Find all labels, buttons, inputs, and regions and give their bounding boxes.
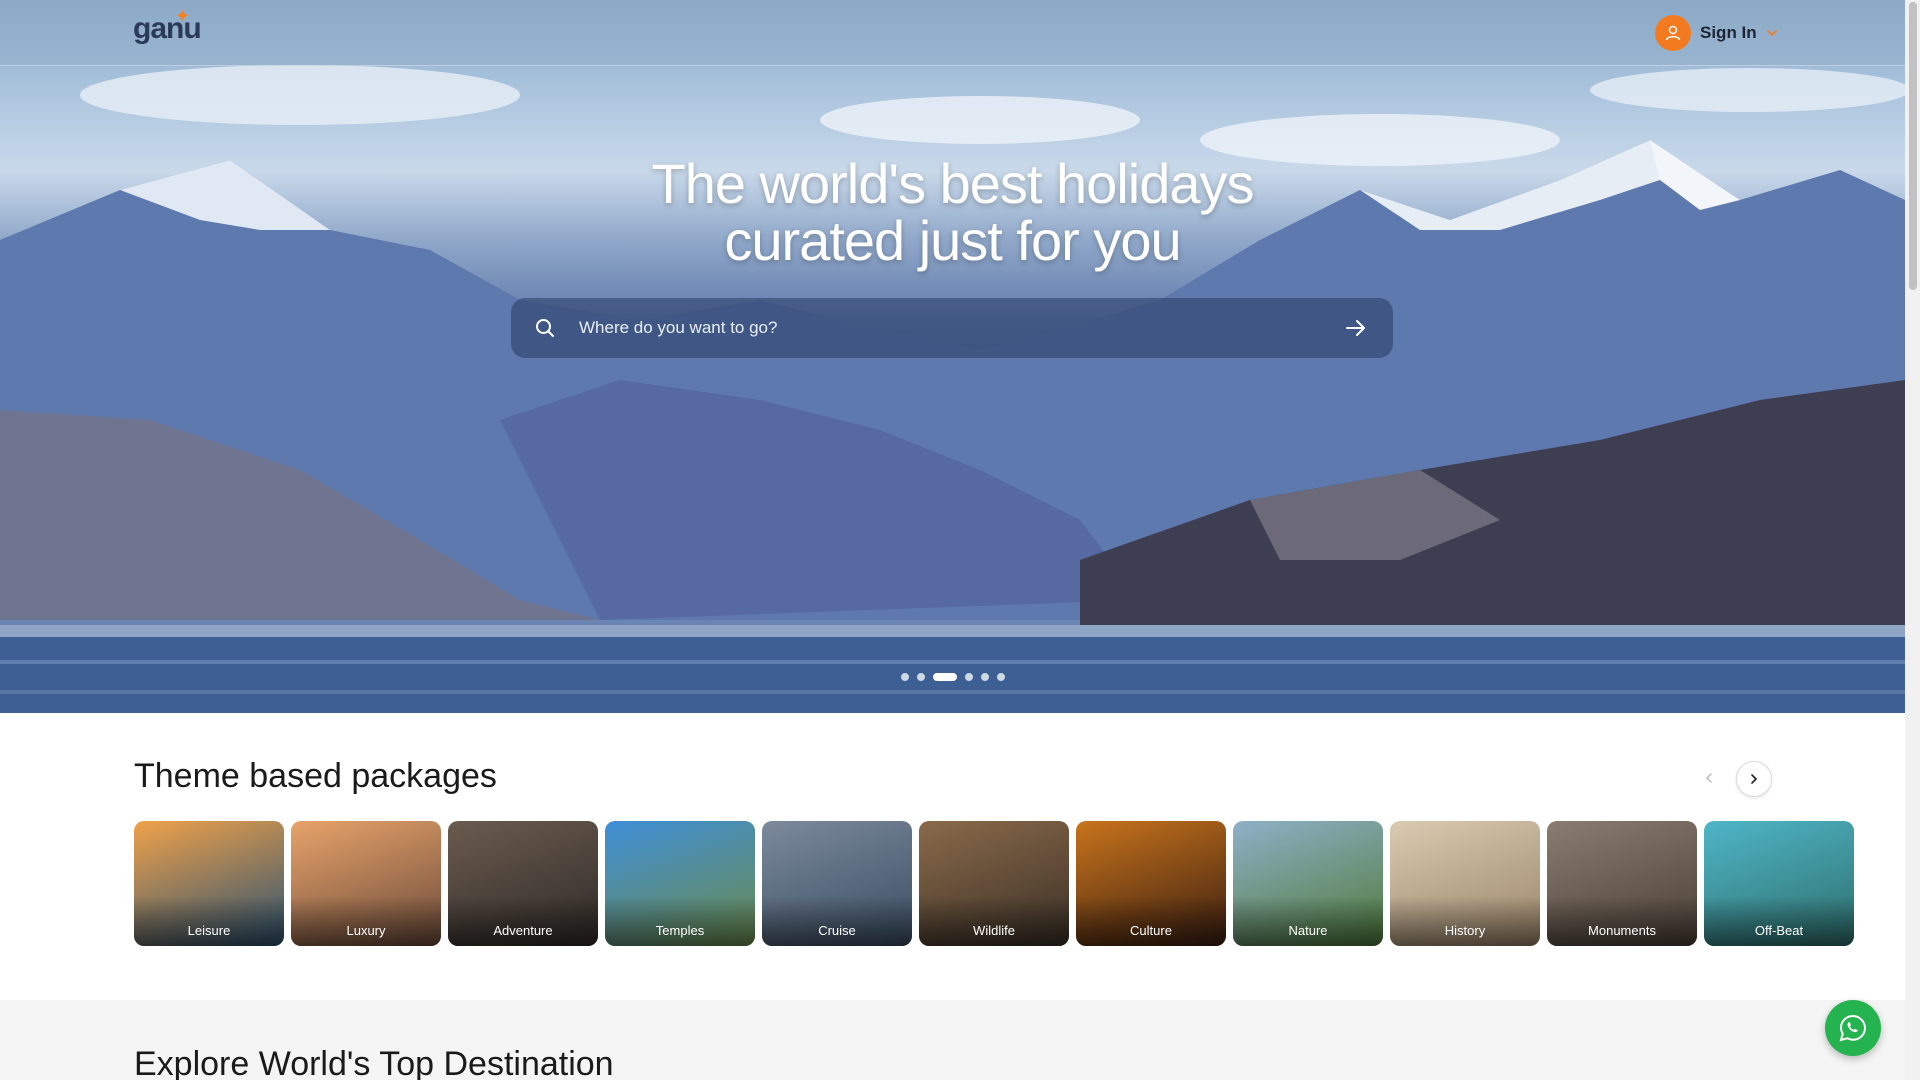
theme-card-label: Temples [655, 923, 705, 938]
theme-card-culture[interactable]: Culture [1076, 821, 1226, 946]
scrollbar-thumb[interactable] [1909, 2, 1917, 290]
theme-card-label: Cruise [818, 923, 856, 938]
theme-card-shade [1233, 896, 1383, 946]
theme-card-label: Off-Beat [1754, 923, 1804, 938]
page-scrollbar[interactable] [1905, 0, 1920, 1080]
hero-headline: The world's best holidays curated just f… [0, 155, 1905, 269]
whatsapp-chat-button[interactable] [1825, 1000, 1881, 1056]
theme-card-leisure[interactable]: Leisure [134, 821, 284, 946]
carousel-dot-active[interactable] [932, 673, 957, 681]
hero-headline-line1: The world's best holidays [651, 152, 1255, 215]
theme-card-shade [1390, 896, 1540, 946]
themes-next-button[interactable] [1736, 761, 1772, 797]
theme-card-nature[interactable]: Nature [1233, 821, 1383, 946]
sign-in-label: Sign In [1700, 23, 1757, 42]
chevron-left-icon [1705, 773, 1712, 783]
search-icon [536, 319, 554, 337]
destination-search-input[interactable] [577, 317, 1341, 339]
arrow-right-icon[interactable] [1341, 313, 1371, 343]
theme-card-label: Adventure [493, 923, 553, 938]
theme-card-shade [1547, 896, 1697, 946]
theme-card-label: Monuments [1588, 923, 1656, 938]
explore-destinations-title: Explore World's Top Destination [134, 1045, 614, 1080]
sign-in-button[interactable]: Sign In [1655, 15, 1778, 51]
theme-card-temples[interactable]: Temples [605, 821, 755, 946]
theme-card-shade [605, 896, 755, 946]
hero-headline-line2: curated just for you [724, 209, 1181, 272]
theme-card-label: Luxury [346, 923, 386, 938]
theme-card-wildlife[interactable]: Wildlife [919, 821, 1069, 946]
theme-card-adventure[interactable]: Adventure [448, 821, 598, 946]
theme-card-label: Culture [1130, 923, 1172, 938]
logo-text: ganu [133, 12, 202, 45]
user-avatar-icon [1655, 15, 1691, 51]
theme-card-shade [448, 896, 598, 946]
theme-card-shade [1704, 896, 1854, 946]
carousel-dot[interactable] [964, 673, 973, 681]
destination-search-bar[interactable] [511, 298, 1393, 358]
theme-card-off-beat[interactable]: Off-Beat [1704, 821, 1854, 946]
theme-card-shade [762, 896, 912, 946]
logo-spark-icon: ✦ [175, 6, 190, 26]
chevron-right-icon [1751, 774, 1758, 784]
themes-prev-button[interactable] [1692, 761, 1726, 795]
theme-card-monuments[interactable]: Monuments [1547, 821, 1697, 946]
theme-carousel: Leisure Luxury Adventure Temples Cruise Wildl… [134, 821, 1854, 946]
theme-card-label: Leisure [187, 923, 231, 938]
hero-banner: The world's best holidays curated just f… [0, 0, 1905, 713]
whatsapp-icon [1839, 1014, 1867, 1042]
top-navbar: ganu ✦ Sign In [0, 0, 1905, 66]
theme-card-shade [919, 896, 1069, 946]
chevron-down-icon [1766, 30, 1777, 37]
theme-card-label: Nature [1288, 923, 1328, 938]
carousel-dot[interactable] [916, 673, 925, 681]
theme-packages-title: Theme based packages [134, 757, 497, 795]
carousel-indicators [0, 673, 1905, 681]
theme-card-shade [291, 896, 441, 946]
carousel-dot[interactable] [900, 673, 909, 681]
theme-card-shade [1076, 896, 1226, 946]
theme-card-luxury[interactable]: Luxury [291, 821, 441, 946]
carousel-dot[interactable] [996, 673, 1005, 681]
carousel-dot[interactable] [980, 673, 989, 681]
site-logo[interactable]: ganu ✦ [133, 6, 202, 46]
theme-card-label: History [1444, 923, 1486, 938]
theme-card-shade [134, 896, 284, 946]
theme-card-history[interactable]: History [1390, 821, 1540, 946]
theme-card-cruise[interactable]: Cruise [762, 821, 912, 946]
theme-card-label: Wildlife [973, 923, 1015, 938]
